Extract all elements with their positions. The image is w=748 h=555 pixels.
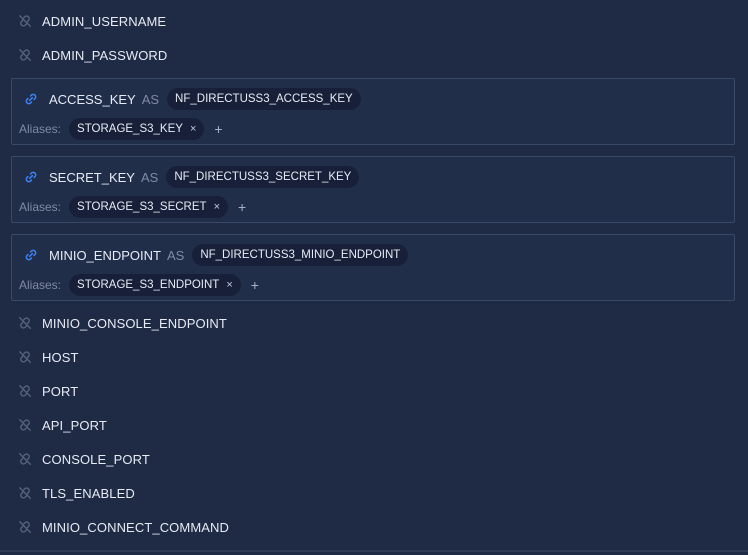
unlink-icon[interactable]	[18, 14, 32, 28]
variable-name: ACCESS_KEY	[49, 91, 136, 107]
alias-pill: STORAGE_S3_KEY ×	[69, 118, 205, 140]
variable-mapping-card-secret-key: SECRET_KEY AS NF_DIRECTUSS3_SECRET_KEY A…	[11, 156, 735, 223]
variable-name: TLS_ENABLED	[42, 485, 135, 501]
variable-row-minio-console-endpoint[interactable]: MINIO_CONSOLE_ENDPOINT	[18, 313, 227, 333]
add-alias-button[interactable]: +	[251, 277, 259, 293]
variable-row-admin-password[interactable]: ADMIN_PASSWORD	[18, 45, 167, 65]
link-icon[interactable]	[24, 92, 38, 106]
variable-row-port[interactable]: PORT	[18, 381, 78, 401]
variable-row-minio-connect-command[interactable]: MINIO_CONNECT_COMMAND	[18, 517, 229, 537]
add-alias-button[interactable]: +	[214, 121, 222, 137]
variable-mapping-card-access-key: ACCESS_KEY AS NF_DIRECTUSS3_ACCESS_KEY A…	[11, 78, 735, 145]
variable-name: MINIO_CONNECT_COMMAND	[42, 519, 229, 535]
variable-row-host[interactable]: HOST	[18, 347, 79, 367]
remove-alias-button[interactable]: ×	[214, 199, 220, 215]
link-icon[interactable]	[24, 248, 38, 262]
variable-name: API_PORT	[42, 417, 107, 433]
variable-name: PORT	[42, 383, 79, 399]
unlink-icon[interactable]	[18, 384, 32, 398]
alias-text: STORAGE_S3_ENDPOINT	[77, 279, 220, 291]
unlink-icon[interactable]	[18, 350, 32, 364]
variable-row-api-port[interactable]: API_PORT	[18, 415, 107, 435]
unlink-icon[interactable]	[18, 418, 32, 432]
variable-row-admin-username[interactable]: ADMIN_USERNAME	[18, 11, 166, 31]
unlink-icon[interactable]	[18, 520, 32, 534]
alias-pill: STORAGE_S3_SECRET ×	[69, 196, 228, 218]
link-icon[interactable]	[24, 170, 38, 184]
unlink-icon[interactable]	[18, 316, 32, 330]
unlink-icon[interactable]	[18, 486, 32, 500]
variable-name: SECRET_KEY	[49, 169, 135, 185]
variable-name: HOST	[42, 349, 79, 365]
target-variable-pill[interactable]: NF_DIRECTUSS3_SECRET_KEY	[166, 166, 360, 188]
variable-name: MINIO_ENDPOINT	[49, 247, 161, 263]
alias-pill: STORAGE_S3_ENDPOINT ×	[69, 274, 241, 296]
target-variable-pill[interactable]: NF_DIRECTUSS3_MINIO_ENDPOINT	[192, 244, 409, 266]
variable-name: CONSOLE_PORT	[42, 451, 150, 467]
as-keyword: AS	[141, 91, 160, 107]
variable-row-tls-enabled[interactable]: TLS_ENABLED	[18, 483, 135, 503]
variable-mapping-card-minio-endpoint: MINIO_ENDPOINT AS NF_DIRECTUSS3_MINIO_EN…	[11, 234, 735, 301]
unlink-icon[interactable]	[18, 48, 32, 62]
aliases-label: Aliases:	[19, 122, 62, 136]
target-variable-pill[interactable]: NF_DIRECTUSS3_ACCESS_KEY	[167, 88, 361, 110]
alias-text: STORAGE_S3_KEY	[77, 123, 183, 135]
unlink-icon[interactable]	[18, 452, 32, 466]
as-keyword: AS	[166, 247, 185, 263]
variable-name: ADMIN_PASSWORD	[42, 47, 168, 63]
add-alias-button[interactable]: +	[238, 199, 246, 215]
aliases-label: Aliases:	[19, 200, 62, 214]
aliases-label: Aliases:	[19, 278, 62, 292]
remove-alias-button[interactable]: ×	[190, 121, 196, 137]
divider	[0, 550, 748, 552]
variable-name: MINIO_CONSOLE_ENDPOINT	[42, 315, 227, 331]
variable-name: ADMIN_USERNAME	[42, 13, 167, 29]
variable-row-console-port[interactable]: CONSOLE_PORT	[18, 449, 150, 469]
as-keyword: AS	[140, 169, 159, 185]
remove-alias-button[interactable]: ×	[226, 277, 232, 293]
alias-text: STORAGE_S3_SECRET	[77, 201, 207, 213]
